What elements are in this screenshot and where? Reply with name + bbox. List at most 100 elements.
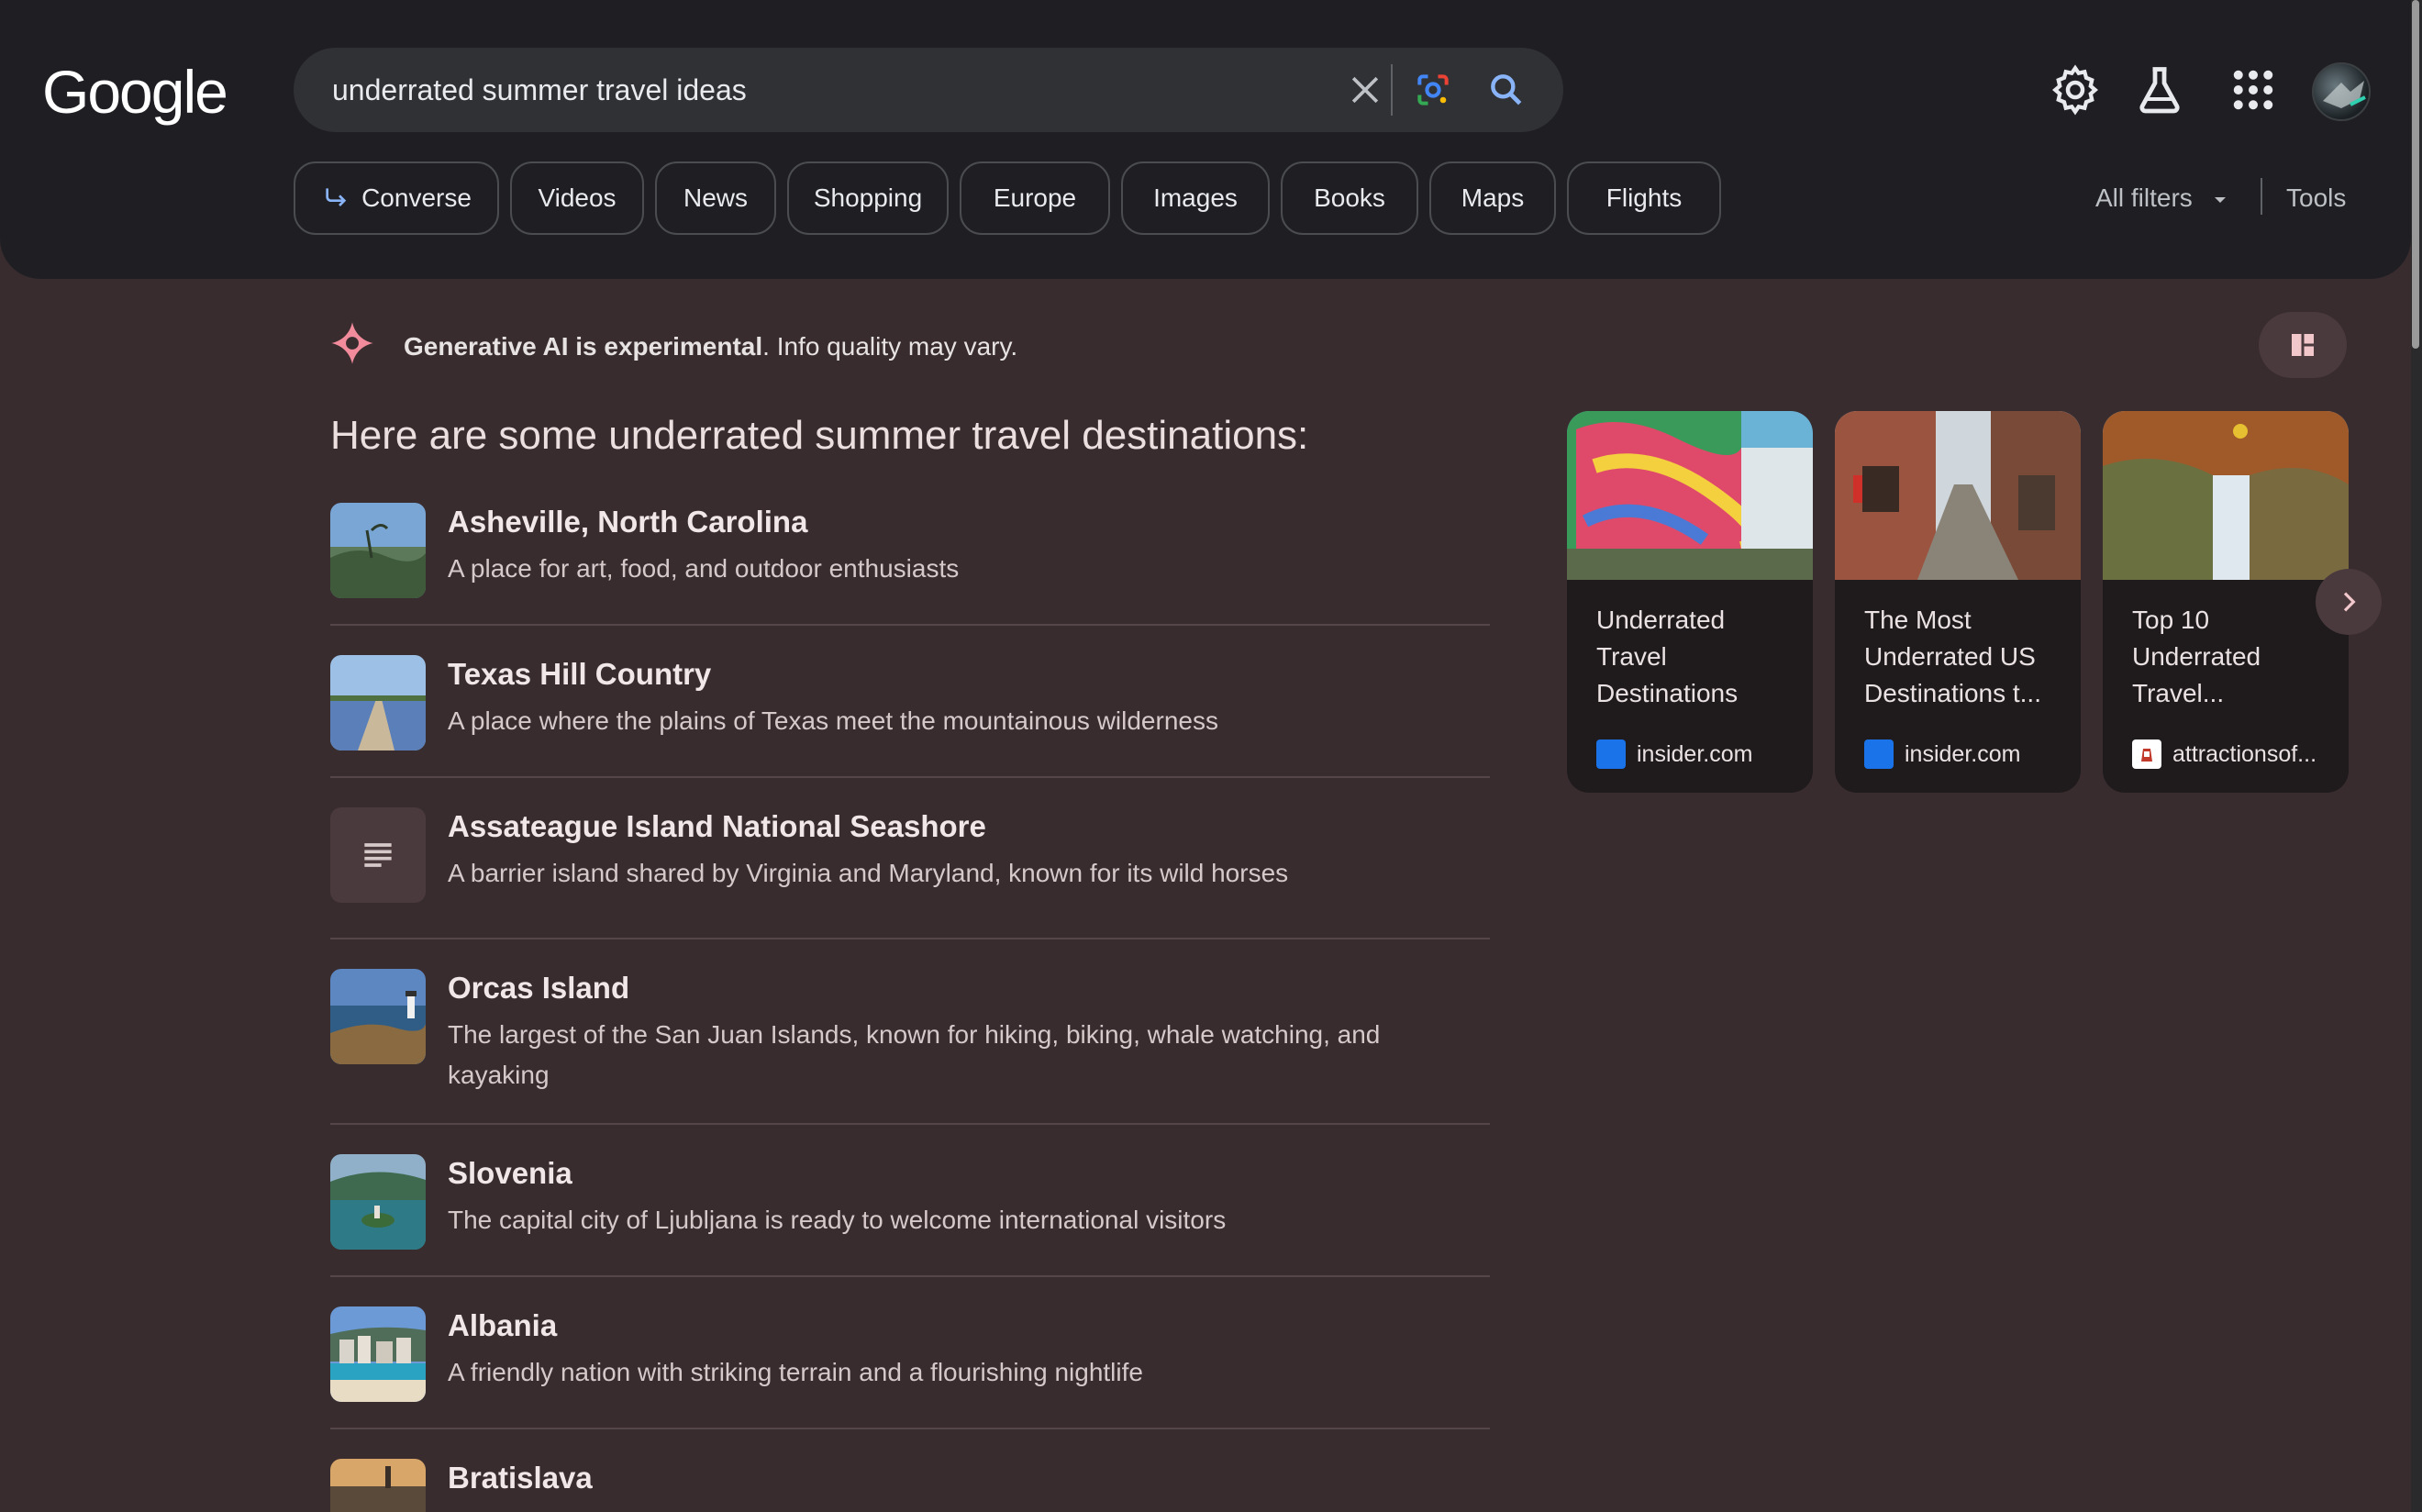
scrollbar-thumb[interactable] (2412, 0, 2419, 349)
item-title[interactable]: Asheville, North Carolina (448, 505, 807, 539)
all-filters-label: All filters (2095, 183, 2193, 212)
texas-hill-country-photo (330, 655, 426, 750)
item-divider (330, 1275, 1490, 1277)
cards-next-button[interactable] (2316, 569, 2382, 635)
item-divider (330, 776, 1490, 778)
chip-flights[interactable]: Flights (1567, 161, 1721, 235)
tools-button[interactable]: Tools (2286, 183, 2346, 213)
search-header: Google underrated summer travel ideas Co… (0, 0, 2411, 279)
ai-notice-rest: . Info quality may vary. (762, 332, 1018, 361)
list-item[interactable]: Slovenia The capital city of Ljubljana i… (330, 1154, 1490, 1250)
chevron-right-icon (2343, 592, 2356, 612)
item-description: A friendly nation with striking terrain … (448, 1358, 1143, 1386)
item-thumbnail (330, 503, 426, 598)
list-item[interactable]: Bratislava (330, 1459, 1490, 1512)
item-divider (330, 1123, 1490, 1125)
settings-icon[interactable] (2048, 62, 2103, 117)
chip-label: Books (1314, 183, 1385, 212)
card-source-label: insider.com (1905, 740, 2021, 767)
ai-sparkle-icon (331, 322, 373, 364)
slovenia-photo (330, 1154, 426, 1250)
list-item[interactable]: Orcas Island The largest of the San Juan… (330, 969, 1490, 1105)
ai-experimental-notice: Generative AI is experimental. Info qual… (404, 332, 1017, 361)
albania-photo (330, 1306, 426, 1402)
chip-books[interactable]: Books (1281, 161, 1418, 235)
card-source-label: attractionsof... (2172, 740, 2317, 767)
item-thumbnail (330, 1459, 426, 1512)
apps-grid-icon[interactable] (2226, 62, 2281, 117)
item-title[interactable]: Texas Hill Country (448, 657, 711, 692)
source-card[interactable]: Underrated Travel Destinations insider.c… (1567, 411, 1813, 793)
item-divider (330, 1428, 1490, 1429)
card-source: insider.com (1864, 739, 2020, 769)
all-filters-button[interactable]: All filters (2095, 183, 2231, 213)
clear-icon[interactable] (1345, 70, 1385, 110)
chip-label: Europe (993, 183, 1077, 212)
item-title[interactable]: Slovenia (448, 1156, 572, 1191)
chip-europe[interactable]: Europe (960, 161, 1110, 235)
converse-arrow-icon (326, 188, 347, 206)
chip-label: Videos (538, 183, 617, 212)
chip-converse[interactable]: Converse (294, 161, 499, 235)
item-title[interactable]: Albania (448, 1308, 557, 1343)
google-lens-icon[interactable] (1413, 70, 1453, 110)
search-divider (1391, 64, 1393, 116)
card-image-graffiti (1567, 411, 1813, 580)
card-image-waterfall (2103, 411, 2349, 580)
item-divider (330, 624, 1490, 626)
item-title[interactable]: Orcas Island (448, 971, 629, 1006)
item-description: The capital city of Ljubljana is ready t… (448, 1206, 1227, 1234)
chip-label: News (683, 183, 748, 212)
item-description: A place for art, food, and outdoor enthu… (448, 554, 960, 583)
layout-icon (2292, 334, 2314, 356)
list-item[interactable]: Asheville, North Carolina A place for ar… (330, 503, 1490, 598)
chip-label: Images (1153, 183, 1238, 212)
chip-videos[interactable]: Videos (510, 161, 644, 235)
item-thumbnail (330, 1306, 426, 1402)
chip-label: Shopping (813, 183, 923, 212)
item-title[interactable]: Assateague Island National Seashore (448, 809, 986, 844)
item-title[interactable]: Bratislava (448, 1461, 593, 1495)
source-card[interactable]: Top 10 Underrated Travel... attractionso… (2103, 411, 2349, 793)
card-title[interactable]: The Most Underrated US Destinations t... (1864, 602, 2066, 712)
layout-toggle-button[interactable] (2259, 312, 2347, 378)
insider-favicon (1864, 739, 1894, 769)
search-icon[interactable] (1486, 70, 1527, 110)
chip-maps[interactable]: Maps (1429, 161, 1556, 235)
google-logo[interactable]: Google (42, 57, 228, 127)
item-thumbnail (330, 1154, 426, 1250)
filters-divider (2261, 178, 2262, 215)
labs-flask-icon[interactable] (2132, 62, 2187, 117)
item-thumbnail (330, 655, 426, 750)
list-item[interactable]: Assateague Island National Seashore A ba… (330, 807, 1490, 903)
source-card[interactable]: The Most Underrated US Destinations t...… (1835, 411, 2081, 793)
orcas-island-photo (330, 969, 426, 1064)
chip-images[interactable]: Images (1121, 161, 1270, 235)
search-box[interactable]: underrated summer travel ideas (294, 48, 1563, 132)
chip-shopping[interactable]: Shopping (787, 161, 949, 235)
asheville-photo (330, 503, 426, 598)
item-description: A place where the plains of Texas meet t… (448, 706, 1218, 735)
item-description: A barrier island shared by Virginia and … (448, 859, 1289, 887)
search-input[interactable]: underrated summer travel ideas (332, 73, 747, 107)
item-thumbnail (330, 807, 426, 903)
insider-favicon (1596, 739, 1626, 769)
item-divider (330, 938, 1490, 939)
ai-overview-headline: Here are some underrated summer travel d… (330, 413, 1309, 458)
bratislava-photo (330, 1459, 426, 1512)
ai-notice-bold: Generative AI is experimental (404, 332, 763, 361)
chip-label: Flights (1605, 183, 1683, 212)
item-thumbnail (330, 969, 426, 1064)
card-title[interactable]: Top 10 Underrated Travel... (2132, 602, 2334, 712)
attractions-logo-icon (2141, 749, 2152, 762)
avatar-image (2323, 81, 2366, 108)
list-item[interactable]: Texas Hill Country A place where the pla… (330, 655, 1490, 750)
card-title[interactable]: Underrated Travel Destinations (1596, 602, 1798, 712)
chip-label: Maps (1461, 183, 1525, 212)
list-item[interactable]: Albania A friendly nation with striking … (330, 1306, 1490, 1402)
card-image-street (1835, 411, 2081, 580)
chip-news[interactable]: News (655, 161, 776, 235)
account-avatar[interactable] (2312, 62, 2371, 121)
card-source: insider.com (1596, 739, 1752, 769)
article-icon (364, 843, 392, 867)
